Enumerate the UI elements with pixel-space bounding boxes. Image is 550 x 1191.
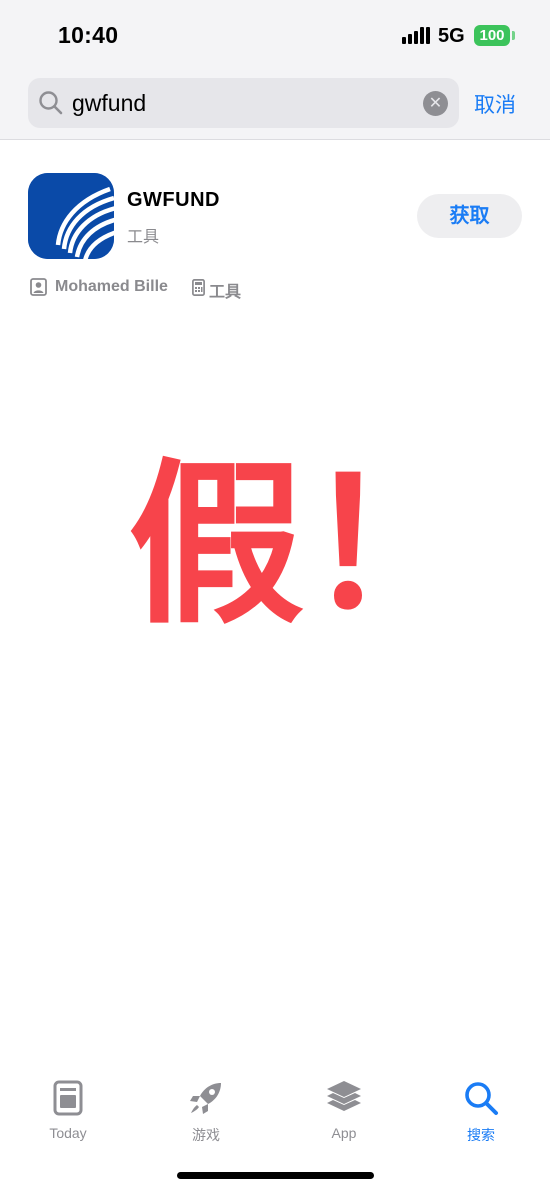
network-label: 5G (438, 25, 465, 47)
battery-cap (512, 31, 515, 40)
calculator-icon (192, 279, 205, 296)
app-icon[interactable] (28, 173, 114, 259)
search-query[interactable]: gwfund (72, 90, 146, 117)
tab-today[interactable]: Today (23, 1080, 113, 1150)
tab-apps[interactable]: App (299, 1080, 389, 1150)
tab-label: Today (49, 1125, 87, 1141)
home-indicator[interactable] (177, 1172, 374, 1179)
meta-category: 工具 (209, 284, 242, 301)
search-input[interactable]: gwfund ✕ (28, 78, 459, 128)
app-name[interactable]: GWFUND (127, 189, 220, 212)
search-icon (465, 1082, 498, 1115)
rocket-icon (190, 1083, 221, 1114)
tab-label: App (331, 1125, 357, 1141)
today-icon (53, 1080, 83, 1116)
signal-icon (402, 27, 431, 44)
tab-label: 搜索 (467, 1127, 495, 1143)
get-button[interactable]: 获取 (417, 194, 522, 238)
fake-warning-overlay: 假！ (128, 443, 481, 648)
app-logo-icon (28, 173, 114, 259)
tab-search[interactable]: 搜索 (436, 1080, 526, 1150)
layers-icon (327, 1081, 361, 1111)
header-area: 10:40 5G 100 gwfund ✕ 取消 (0, 0, 550, 140)
developer-name[interactable]: Mohamed Bille (55, 278, 168, 296)
developer-icon (30, 278, 47, 296)
tab-games[interactable]: 游戏 (161, 1080, 251, 1150)
status-time: 10:40 (58, 22, 119, 48)
search-icon (39, 91, 63, 115)
tab-label: 游戏 (192, 1127, 220, 1143)
app-category: 工具 (127, 229, 160, 246)
battery-icon: 100 (474, 25, 510, 46)
cancel-button[interactable]: 取消 (474, 89, 516, 119)
clear-icon[interactable]: ✕ (423, 91, 448, 116)
